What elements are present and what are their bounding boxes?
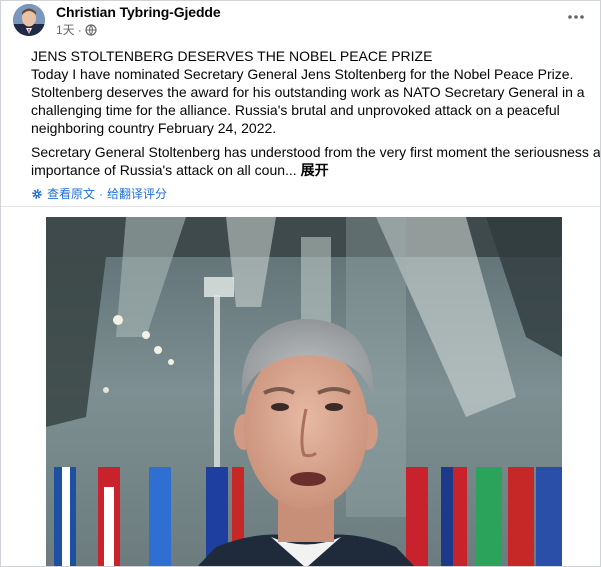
post-meta: 1天 · [56,21,97,38]
post-time[interactable]: 1天 [56,21,75,38]
post-paragraph-2: Secretary General Stoltenberg has unders… [31,143,601,179]
meta-dot: · [77,22,82,37]
post-line-last: importance of Russia's attack on all cou… [31,161,595,179]
see-more-link[interactable]: 展开 [301,162,329,178]
post-text: JENS STOLTENBERG DESERVES THE NOBEL PEAC… [31,47,601,179]
facebook-post: Christian Tybring-Gjedde 1天 · JENS STOLT… [0,0,601,567]
stoltenberg-photo [46,217,562,566]
post-line-text: importance of Russia's attack on all cou… [31,162,297,178]
translation-bar: 查看原文 · 给翻译评分 [31,185,167,202]
see-original-link[interactable]: 查看原文 [47,185,95,202]
author-avatar[interactable] [13,4,45,36]
post-line: neighboring country February 24, 2022. [31,120,277,136]
avatar-photo [13,4,45,36]
gear-icon [32,188,42,199]
more-options-icon[interactable] [566,9,586,25]
divider [1,206,600,207]
post-paragraph-1: JENS STOLTENBERG DESERVES THE NOBEL PEAC… [31,47,595,137]
post-line: Secretary General Stoltenberg has unders… [31,144,601,160]
translation-separator: · [99,186,104,201]
post-title-line: JENS STOLTENBERG DESERVES THE NOBEL PEAC… [31,48,433,64]
rate-translation-link[interactable]: 给翻译评分 [107,185,167,202]
post-line: challenging time for the alliance. Russi… [31,102,560,118]
author-name[interactable]: Christian Tybring-Gjedde [56,4,221,20]
post-photo[interactable] [46,217,562,566]
globe-icon [85,23,97,36]
post-line: Stoltenberg deserves the award for his o… [31,84,585,100]
post-header: Christian Tybring-Gjedde 1天 · [1,1,600,41]
post-line: Today I have nominated Secretary General… [31,66,574,82]
